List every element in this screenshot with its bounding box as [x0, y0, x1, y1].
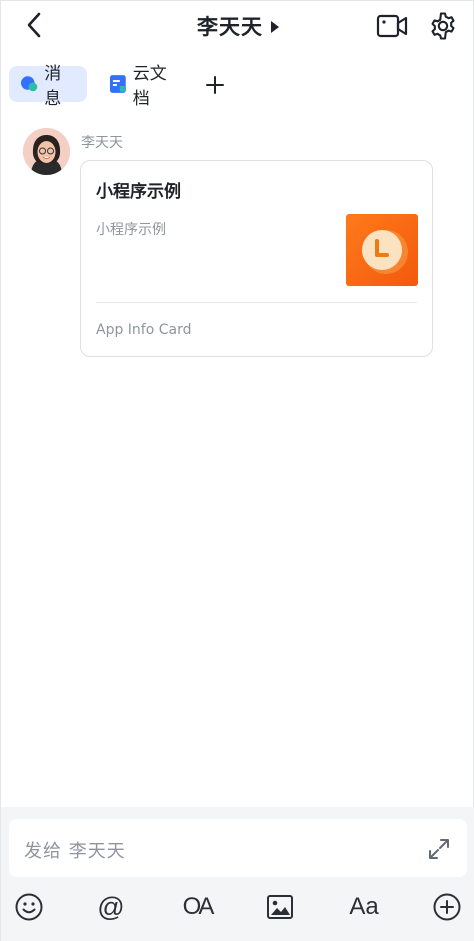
composer: 发给 李天天 @ OA Aa: [1, 807, 474, 941]
card-title: 小程序示例: [96, 182, 181, 202]
card-thumbnail: [346, 214, 418, 286]
font-format-label: Aa: [349, 893, 379, 920]
card-description: 小程序示例: [96, 222, 166, 238]
plus-icon: [206, 76, 224, 94]
mention-button[interactable]: @: [91, 887, 131, 927]
app-info-card[interactable]: 小程序示例 小程序示例 App Info Card: [80, 160, 433, 357]
avatar-photo-icon: [23, 128, 70, 175]
tab-messages[interactable]: 消息: [9, 64, 87, 109]
caret-right-icon: [271, 20, 279, 33]
gear-icon: [431, 12, 455, 40]
video-call-button[interactable]: [374, 11, 410, 41]
tab-cloud-docs[interactable]: 云文档: [99, 64, 193, 109]
video-call-icon: [376, 14, 408, 38]
sender-name: 李天天: [81, 135, 123, 151]
card-footer: App Info Card: [96, 322, 192, 338]
oa-button[interactable]: OA: [177, 887, 217, 927]
doc-icon: [109, 75, 126, 93]
at-icon: @: [97, 891, 125, 922]
chat-header: 李天天: [1, 1, 474, 51]
settings-button[interactable]: [426, 9, 460, 43]
more-button[interactable]: [427, 887, 467, 927]
tab-messages-label: 消息: [44, 64, 62, 109]
clock-app-icon: [362, 230, 408, 274]
emoji-button[interactable]: [9, 887, 49, 927]
tab-cloud-docs-label: 云文档: [132, 64, 167, 109]
smile-icon: [15, 893, 43, 921]
add-tab-button[interactable]: [201, 71, 229, 99]
image-icon: [267, 895, 293, 919]
avatar[interactable]: [23, 128, 70, 175]
message-input-placeholder: 发给 李天天: [24, 841, 126, 862]
message-input[interactable]: 发给 李天天: [9, 819, 467, 877]
chat-bubble-icon: [20, 76, 38, 92]
expand-button[interactable]: [425, 835, 453, 863]
image-button[interactable]: [260, 887, 300, 927]
expand-icon: [429, 839, 449, 859]
chat-tabs: 消息 云文档: [1, 63, 474, 109]
composer-toolbar: @ OA Aa: [1, 887, 474, 931]
oa-label: OA: [182, 893, 215, 920]
card-divider: [96, 302, 417, 303]
plus-circle-icon: [433, 893, 461, 921]
chat-title-text: 李天天: [197, 15, 263, 39]
font-format-button[interactable]: Aa: [344, 887, 384, 927]
